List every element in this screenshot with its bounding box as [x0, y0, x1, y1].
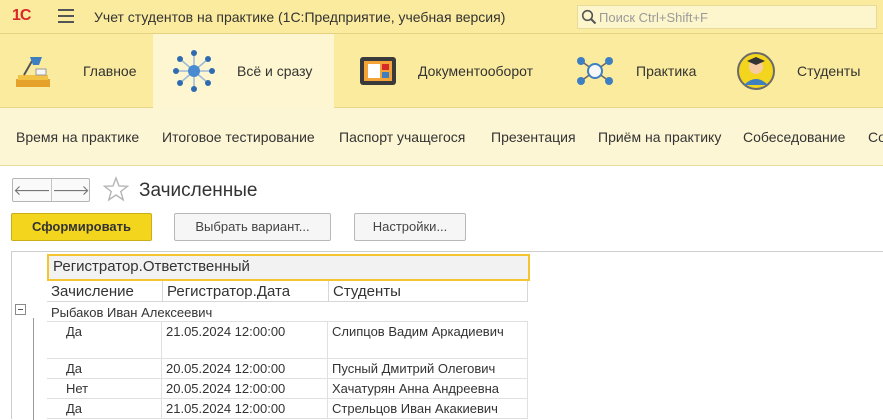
collapse-toggle[interactable]: [15, 304, 26, 315]
app-title: Учет студентов на практике (1С:Предприят…: [94, 9, 506, 25]
nav-buttons: 🡐 🡒: [12, 178, 90, 202]
cmd-more[interactable]: Со: [868, 129, 883, 145]
cell-date: 20.05.2024 12:00:00: [162, 379, 328, 399]
cell-enrolled: Нет: [47, 379, 162, 399]
cell-date: 20.05.2024 12:00:00: [162, 359, 328, 379]
cmd-practice-admission[interactable]: Приём на практику: [598, 129, 721, 145]
column-header-enrolled[interactable]: Зачисление: [47, 281, 163, 302]
cmd-practice-time[interactable]: Время на практике: [16, 129, 139, 145]
cmd-student-passport[interactable]: Паспорт учащегося: [339, 129, 465, 145]
table-row[interactable]: Нет 20.05.2024 12:00:00 Хачатурян Анна А…: [47, 379, 528, 399]
report-area[interactable]: Регистратор.Ответственный Зачисление Рег…: [11, 251, 883, 420]
section-main[interactable]: Главное: [0, 34, 153, 108]
cell-student: Хачатурян Анна Андреевна: [328, 379, 528, 399]
cmd-final-test[interactable]: Итоговое тестирование: [162, 129, 315, 145]
section-main-label: Главное: [83, 63, 137, 79]
column-header-students[interactable]: Студенты: [329, 281, 528, 302]
app-logo[interactable]: 1С: [12, 7, 31, 25]
section-students[interactable]: Студенты: [716, 34, 883, 108]
cell-student: Стрельцов Иван Акакиевич: [328, 399, 528, 419]
table-row[interactable]: Да 21.05.2024 12:00:00 Слипцов Вадим Арк…: [47, 322, 528, 359]
back-button[interactable]: 🡐: [13, 179, 51, 201]
group-header-cell[interactable]: Регистратор.Ответственный: [47, 254, 530, 281]
forward-button[interactable]: 🡒: [52, 179, 90, 201]
section-documents-label: Документооборот: [418, 63, 534, 79]
cell-date: 21.05.2024 12:00:00: [162, 399, 328, 419]
settings-button[interactable]: Настройки...: [354, 213, 466, 241]
section-all-label: Всё и сразу: [237, 63, 313, 79]
cell-student: Слипцов Вадим Аркадиевич: [328, 322, 528, 359]
favorite-star-icon[interactable]: [103, 176, 129, 202]
section-documents[interactable]: Документооборот: [334, 34, 555, 108]
grouping-gutter: [12, 252, 45, 420]
home-desk-icon: [16, 57, 50, 87]
title-bar: 1С Учет студентов на практике (1С:Предпр…: [0, 0, 883, 34]
cell-enrolled: Да: [47, 359, 162, 379]
form-title: Зачисленные: [139, 180, 258, 201]
search-box[interactable]: [577, 5, 877, 29]
cell-enrolled: Да: [47, 399, 162, 419]
practice-icon: [577, 57, 613, 85]
column-header-date[interactable]: Регистратор.Дата: [163, 281, 329, 302]
section-all[interactable]: Всё и сразу: [153, 34, 334, 108]
section-students-label: Студенты: [797, 63, 861, 79]
search-icon[interactable]: [581, 9, 597, 25]
all-network-icon: [173, 50, 215, 92]
choose-variant-button[interactable]: Выбрать вариант...: [174, 213, 331, 241]
table-row[interactable]: Да 20.05.2024 12:00:00 Пусный Дмитрий Ол…: [47, 359, 528, 379]
main-menu-icon[interactable]: [58, 9, 74, 23]
group-line: [33, 318, 34, 420]
cmd-presentation[interactable]: Презентация: [491, 129, 576, 145]
search-input[interactable]: [599, 8, 869, 26]
sections-panel: Главное Всё и сразу Документооборот Прак…: [0, 34, 883, 108]
cmd-interview[interactable]: Собеседование: [743, 129, 845, 145]
section-practice[interactable]: Практика: [555, 34, 716, 108]
cell-date: 21.05.2024 12:00:00: [162, 322, 328, 359]
cell-enrolled: Да: [47, 322, 162, 359]
students-icon: [737, 52, 775, 90]
group-row[interactable]: Рыбаков Иван Алексеевич: [47, 303, 528, 322]
generate-button[interactable]: Сформировать: [11, 213, 152, 241]
table-row[interactable]: Да 21.05.2024 12:00:00 Стрельцов Иван Ак…: [47, 399, 528, 419]
section-practice-label: Практика: [636, 63, 697, 79]
cell-student: Пусный Дмитрий Олегович: [328, 359, 528, 379]
commands-bar: Время на практике Итоговое тестирование …: [0, 108, 883, 166]
documents-icon: [360, 57, 396, 85]
